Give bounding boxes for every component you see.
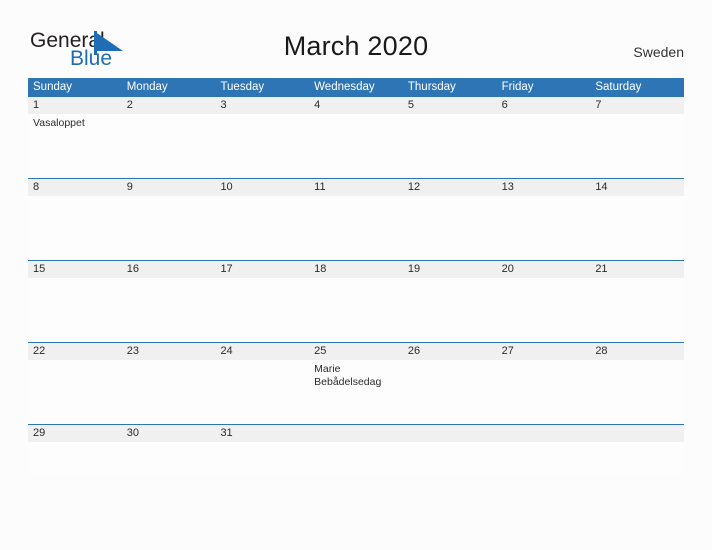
day-number[interactable]: 22 — [28, 343, 122, 360]
weekday-header-saturday: Saturday — [595, 81, 642, 93]
day-number[interactable]: 2 — [122, 97, 216, 114]
day-number — [309, 425, 403, 442]
calendar-week-row: 8 9 10 11 12 13 14 — [28, 178, 684, 260]
week-date-band: 8 9 10 11 12 13 14 — [28, 178, 684, 196]
day-cell[interactable] — [403, 114, 497, 178]
day-cell[interactable] — [215, 360, 309, 424]
day-number[interactable]: 13 — [497, 179, 591, 196]
day-number[interactable]: 6 — [497, 97, 591, 114]
day-cell[interactable] — [122, 196, 216, 260]
day-cell — [403, 442, 497, 476]
day-cell[interactable] — [403, 278, 497, 342]
day-cell[interactable] — [122, 360, 216, 424]
day-number[interactable]: 1 — [28, 97, 122, 114]
day-number[interactable]: 4 — [309, 97, 403, 114]
day-number[interactable]: 31 — [215, 425, 309, 442]
day-cell — [309, 442, 403, 476]
day-cell[interactable] — [403, 196, 497, 260]
day-cell — [590, 442, 684, 476]
day-cell[interactable] — [122, 278, 216, 342]
day-number — [403, 425, 497, 442]
day-number[interactable]: 8 — [28, 179, 122, 196]
day-cell[interactable] — [590, 114, 684, 178]
event-label: Marie Bebådelsedag — [314, 363, 382, 388]
day-number[interactable]: 9 — [122, 179, 216, 196]
day-cell[interactable] — [403, 360, 497, 424]
weekday-header-row: Sunday Monday Tuesday Wednesday Thursday… — [28, 78, 684, 97]
day-cell[interactable] — [590, 278, 684, 342]
page-title: March 2020 — [283, 31, 429, 61]
day-cell[interactable] — [215, 114, 309, 178]
week-event-band — [28, 278, 684, 342]
day-cell[interactable] — [590, 360, 684, 424]
day-cell[interactable] — [497, 196, 591, 260]
day-cell[interactable] — [28, 442, 122, 476]
day-cell[interactable] — [590, 196, 684, 260]
day-cell[interactable] — [497, 360, 591, 424]
day-cell[interactable] — [215, 442, 309, 476]
day-cell[interactable] — [28, 278, 122, 342]
day-number[interactable]: 11 — [309, 179, 403, 196]
day-cell[interactable] — [309, 196, 403, 260]
day-number[interactable]: 24 — [215, 343, 309, 360]
weekday-header-sunday: Sunday — [33, 81, 73, 93]
day-number[interactable]: 3 — [215, 97, 309, 114]
day-cell[interactable] — [497, 114, 591, 178]
day-number[interactable]: 17 — [215, 261, 309, 278]
calendar-week-row: 22 23 24 25 26 27 28 Marie Bebådelsedag — [28, 342, 684, 424]
day-number[interactable]: 26 — [403, 343, 497, 360]
day-cell[interactable] — [28, 196, 122, 260]
day-number[interactable]: 12 — [403, 179, 497, 196]
day-number[interactable]: 28 — [590, 343, 684, 360]
day-number[interactable]: 16 — [122, 261, 216, 278]
weekday-header-monday: Monday — [126, 81, 168, 93]
day-cell[interactable] — [309, 278, 403, 342]
day-cell[interactable] — [122, 114, 216, 178]
week-date-band: 1 2 3 4 5 6 7 — [28, 97, 684, 114]
day-cell[interactable] — [28, 360, 122, 424]
day-number[interactable]: 29 — [28, 425, 122, 442]
day-number[interactable]: 25 — [309, 343, 403, 360]
day-number[interactable]: 20 — [497, 261, 591, 278]
day-number[interactable]: 7 — [590, 97, 684, 114]
day-cell[interactable] — [215, 196, 309, 260]
weekday-header-friday: Friday — [501, 81, 534, 93]
day-number[interactable]: 30 — [122, 425, 216, 442]
calendar-week-row: 29 30 31 — [28, 424, 684, 476]
weekday-header-wednesday: Wednesday — [314, 81, 375, 93]
week-event-band — [28, 442, 684, 476]
calendar-grid: Sunday Monday Tuesday Wednesday Thursday… — [28, 78, 684, 476]
day-number[interactable]: 10 — [215, 179, 309, 196]
day-cell[interactable] — [309, 114, 403, 178]
calendar-week-row: 15 16 17 18 19 20 21 — [28, 260, 684, 342]
day-number[interactable]: 21 — [590, 261, 684, 278]
day-number[interactable]: 19 — [403, 261, 497, 278]
page-header: General Blue March 2020 Sweden — [0, 0, 712, 78]
week-event-band: Marie Bebådelsedag — [28, 360, 684, 424]
day-cell — [497, 442, 591, 476]
day-number — [590, 425, 684, 442]
day-cell[interactable] — [122, 442, 216, 476]
calendar-week-row: 1 2 3 4 5 6 7 Vasaloppet — [28, 97, 684, 178]
week-event-band: Vasaloppet — [28, 114, 684, 178]
day-cell[interactable]: Vasaloppet — [28, 114, 122, 178]
day-number[interactable]: 23 — [122, 343, 216, 360]
day-number[interactable]: 15 — [28, 261, 122, 278]
event-label: Vasaloppet — [33, 117, 85, 129]
day-number[interactable]: 5 — [403, 97, 497, 114]
day-number[interactable]: 18 — [309, 261, 403, 278]
country-label: Sweden — [633, 44, 684, 60]
week-date-band: 22 23 24 25 26 27 28 — [28, 342, 684, 360]
day-cell[interactable] — [497, 278, 591, 342]
week-date-band: 29 30 31 — [28, 424, 684, 442]
day-number[interactable]: 27 — [497, 343, 591, 360]
weekday-header-tuesday: Tuesday — [220, 81, 265, 93]
day-cell[interactable]: Marie Bebådelsedag — [309, 360, 403, 424]
day-number — [497, 425, 591, 442]
week-date-band: 15 16 17 18 19 20 21 — [28, 260, 684, 278]
weekday-header-thursday: Thursday — [407, 81, 456, 93]
day-number[interactable]: 14 — [590, 179, 684, 196]
day-cell[interactable] — [215, 278, 309, 342]
week-event-band — [28, 196, 684, 260]
